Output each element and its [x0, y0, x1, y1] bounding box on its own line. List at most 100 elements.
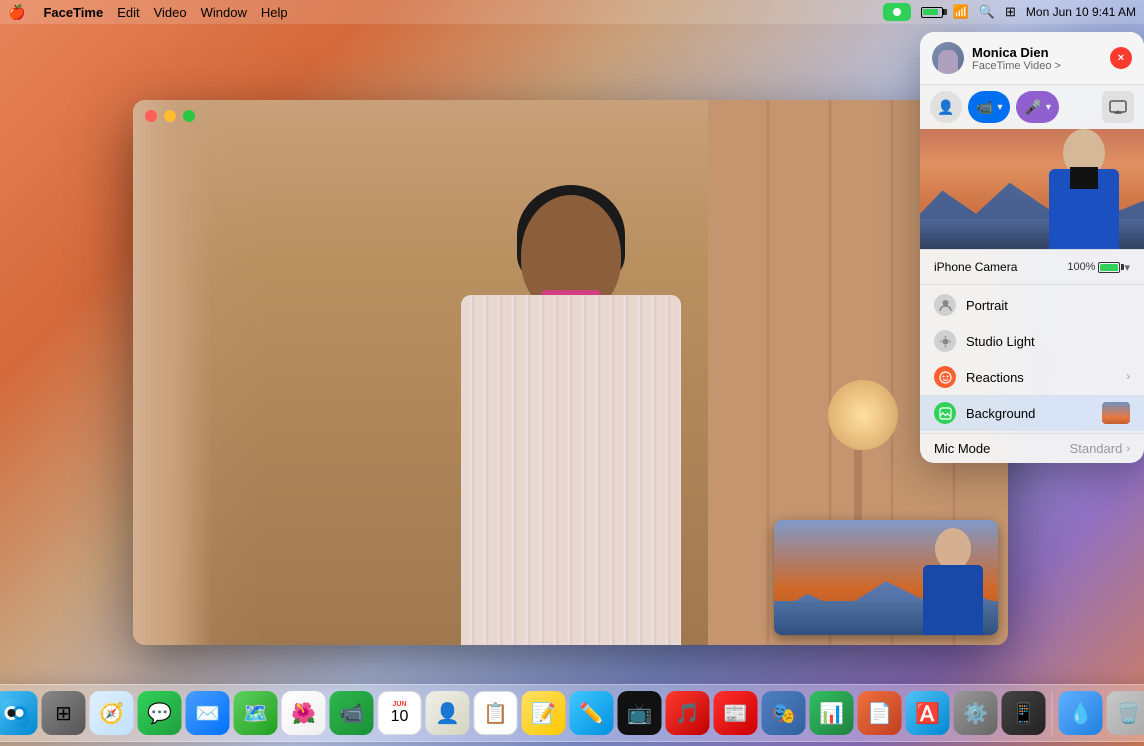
keynote-icon: 🎭	[771, 701, 796, 726]
dock-messages[interactable]: 💬	[138, 691, 182, 735]
panel-header: Monica Dien FaceTime Video > ×	[920, 32, 1144, 84]
background-row[interactable]: Background	[920, 395, 1144, 431]
reactions-row[interactable]: Reactions ›	[920, 359, 1144, 395]
reactions-chevron-icon: ›	[1126, 371, 1130, 383]
dock-calendar[interactable]: JUN 10	[378, 691, 422, 735]
portrait-icon	[934, 294, 956, 316]
menu-bar-left: 🍎 FaceTime Edit Video Window Help	[8, 4, 288, 21]
window-menu[interactable]: Window	[201, 5, 247, 20]
mic-chevron-icon: ▾	[1046, 102, 1051, 113]
mic-mode-row[interactable]: Mic Mode Standard ›	[920, 433, 1144, 463]
mic-button[interactable]: 🎤 ▾	[1016, 91, 1058, 123]
camera-chevron-icon[interactable]: ▾	[1124, 261, 1130, 274]
main-video-area	[133, 100, 1008, 645]
battery-icon-camera	[1098, 262, 1120, 273]
dock-facetime[interactable]: 📹	[330, 691, 374, 735]
self-preview	[774, 520, 998, 635]
reminders-icon: 📋	[483, 701, 508, 726]
mic-control: 🎤 ▾	[1016, 91, 1058, 123]
control-center-icon[interactable]: ⊞	[1005, 4, 1016, 20]
maximize-button[interactable]	[183, 110, 195, 122]
reactions-label: Reactions	[966, 370, 1116, 385]
camera-right: 100% ▾	[1067, 261, 1130, 274]
video-button[interactable]: 📹 ▾	[968, 91, 1010, 123]
remote-video-preview	[920, 129, 1144, 249]
dock-appstore[interactable]: 🅰️	[906, 691, 950, 735]
messages-icon: 💬	[147, 701, 172, 726]
mic-icon: 🎤	[1024, 99, 1041, 116]
dock-pages[interactable]: 📄	[858, 691, 902, 735]
dock-keynote[interactable]: 🎭	[762, 691, 806, 735]
panel-close-button[interactable]: ×	[1110, 47, 1132, 69]
contact-sub[interactable]: FaceTime Video >	[972, 60, 1102, 72]
battery-indicator: 100%	[1067, 261, 1120, 273]
video-control: 📹 ▾	[968, 91, 1010, 123]
dock-safari[interactable]: 🧭	[90, 691, 134, 735]
contact-icon-button[interactable]: 👤	[930, 91, 962, 123]
photos-icon: 🌺	[291, 701, 316, 726]
app-name-menu[interactable]: FaceTime	[43, 5, 103, 20]
iphone-mirror-icon: 📱	[1011, 701, 1036, 726]
dock-contacts[interactable]: 👤	[426, 691, 470, 735]
remote-person-figure	[1049, 129, 1119, 249]
pages-icon: 📄	[867, 701, 892, 726]
mic-mode-value: Standard	[1070, 441, 1123, 456]
dock-news[interactable]: 📰	[714, 691, 758, 735]
panel-controls-row: 👤 📹 ▾ 🎤 ▾	[920, 84, 1144, 129]
studio-light-row[interactable]: Studio Light	[920, 323, 1144, 359]
menu-bar-right: 📶 🔍 ⊞ Mon Jun 10 9:41 AM	[883, 3, 1136, 21]
finder-icon	[2, 699, 30, 727]
contact-info: Monica Dien FaceTime Video >	[972, 45, 1102, 72]
video-chevron-icon: ▾	[997, 102, 1002, 113]
edit-menu[interactable]: Edit	[117, 5, 139, 20]
video-menu[interactable]: Video	[154, 5, 187, 20]
dock-notes[interactable]: 📝	[522, 691, 566, 735]
battery-fill	[1100, 264, 1118, 271]
dock-downloads[interactable]: 💧	[1059, 691, 1103, 735]
dock-reminders[interactable]: 📋	[474, 691, 518, 735]
dock-numbers[interactable]: 📊	[810, 691, 854, 735]
background-thumbnail	[1102, 402, 1130, 424]
downloads-icon: 💧	[1068, 701, 1093, 726]
camera-row[interactable]: iPhone Camera 100% ▾	[920, 256, 1144, 278]
datetime: Mon Jun 10 9:41 AM	[1026, 5, 1136, 19]
dock-photos[interactable]: 🌺	[282, 691, 326, 735]
dock-trash[interactable]: 🗑️	[1107, 691, 1144, 735]
screen-share-icon	[1102, 91, 1134, 123]
video-icon: 📹	[976, 99, 993, 116]
numbers-icon: 📊	[819, 701, 844, 726]
background-label: Background	[966, 406, 1092, 421]
background-icon	[934, 402, 956, 424]
dock-launchpad[interactable]: ⊞	[42, 691, 86, 735]
contact-name: Monica Dien	[972, 45, 1102, 60]
contact-avatar	[932, 42, 964, 74]
dock-syspreferences[interactable]: ⚙️	[954, 691, 998, 735]
person-circle-icon: 👤	[930, 91, 962, 123]
portrait-row[interactable]: Portrait	[920, 287, 1144, 323]
close-button[interactable]	[145, 110, 157, 122]
apple-logo-icon[interactable]: 🍎	[8, 4, 25, 21]
dock-appletv[interactable]: 📺	[618, 691, 662, 735]
dock-music[interactable]: 🎵	[666, 691, 710, 735]
calendar-day: 10	[391, 709, 409, 725]
camera-section: iPhone Camera 100% ▾	[920, 249, 1144, 284]
search-icon[interactable]: 🔍	[979, 4, 995, 20]
dock-finder[interactable]	[0, 691, 38, 735]
help-menu[interactable]: Help	[261, 5, 288, 20]
screen-share-button[interactable]	[1102, 91, 1134, 123]
traffic-lights	[145, 110, 195, 122]
minimize-button[interactable]	[164, 110, 176, 122]
safari-icon: 🧭	[99, 701, 124, 726]
dock-mail[interactable]: ✉️	[186, 691, 230, 735]
self-body	[923, 565, 983, 635]
person-body	[461, 295, 681, 645]
syspreferences-icon: ⚙️	[963, 701, 988, 726]
dock-maps[interactable]: 🗺️	[234, 691, 278, 735]
reactions-icon	[934, 366, 956, 388]
self-preview-bg	[774, 520, 998, 635]
contacts-icon: 👤	[435, 701, 460, 726]
dock-iphnemirror[interactable]: 📱	[1002, 691, 1046, 735]
battery-icon	[921, 7, 943, 18]
dock-freeform[interactable]: ✏️	[570, 691, 614, 735]
dock-separator	[1052, 691, 1053, 735]
